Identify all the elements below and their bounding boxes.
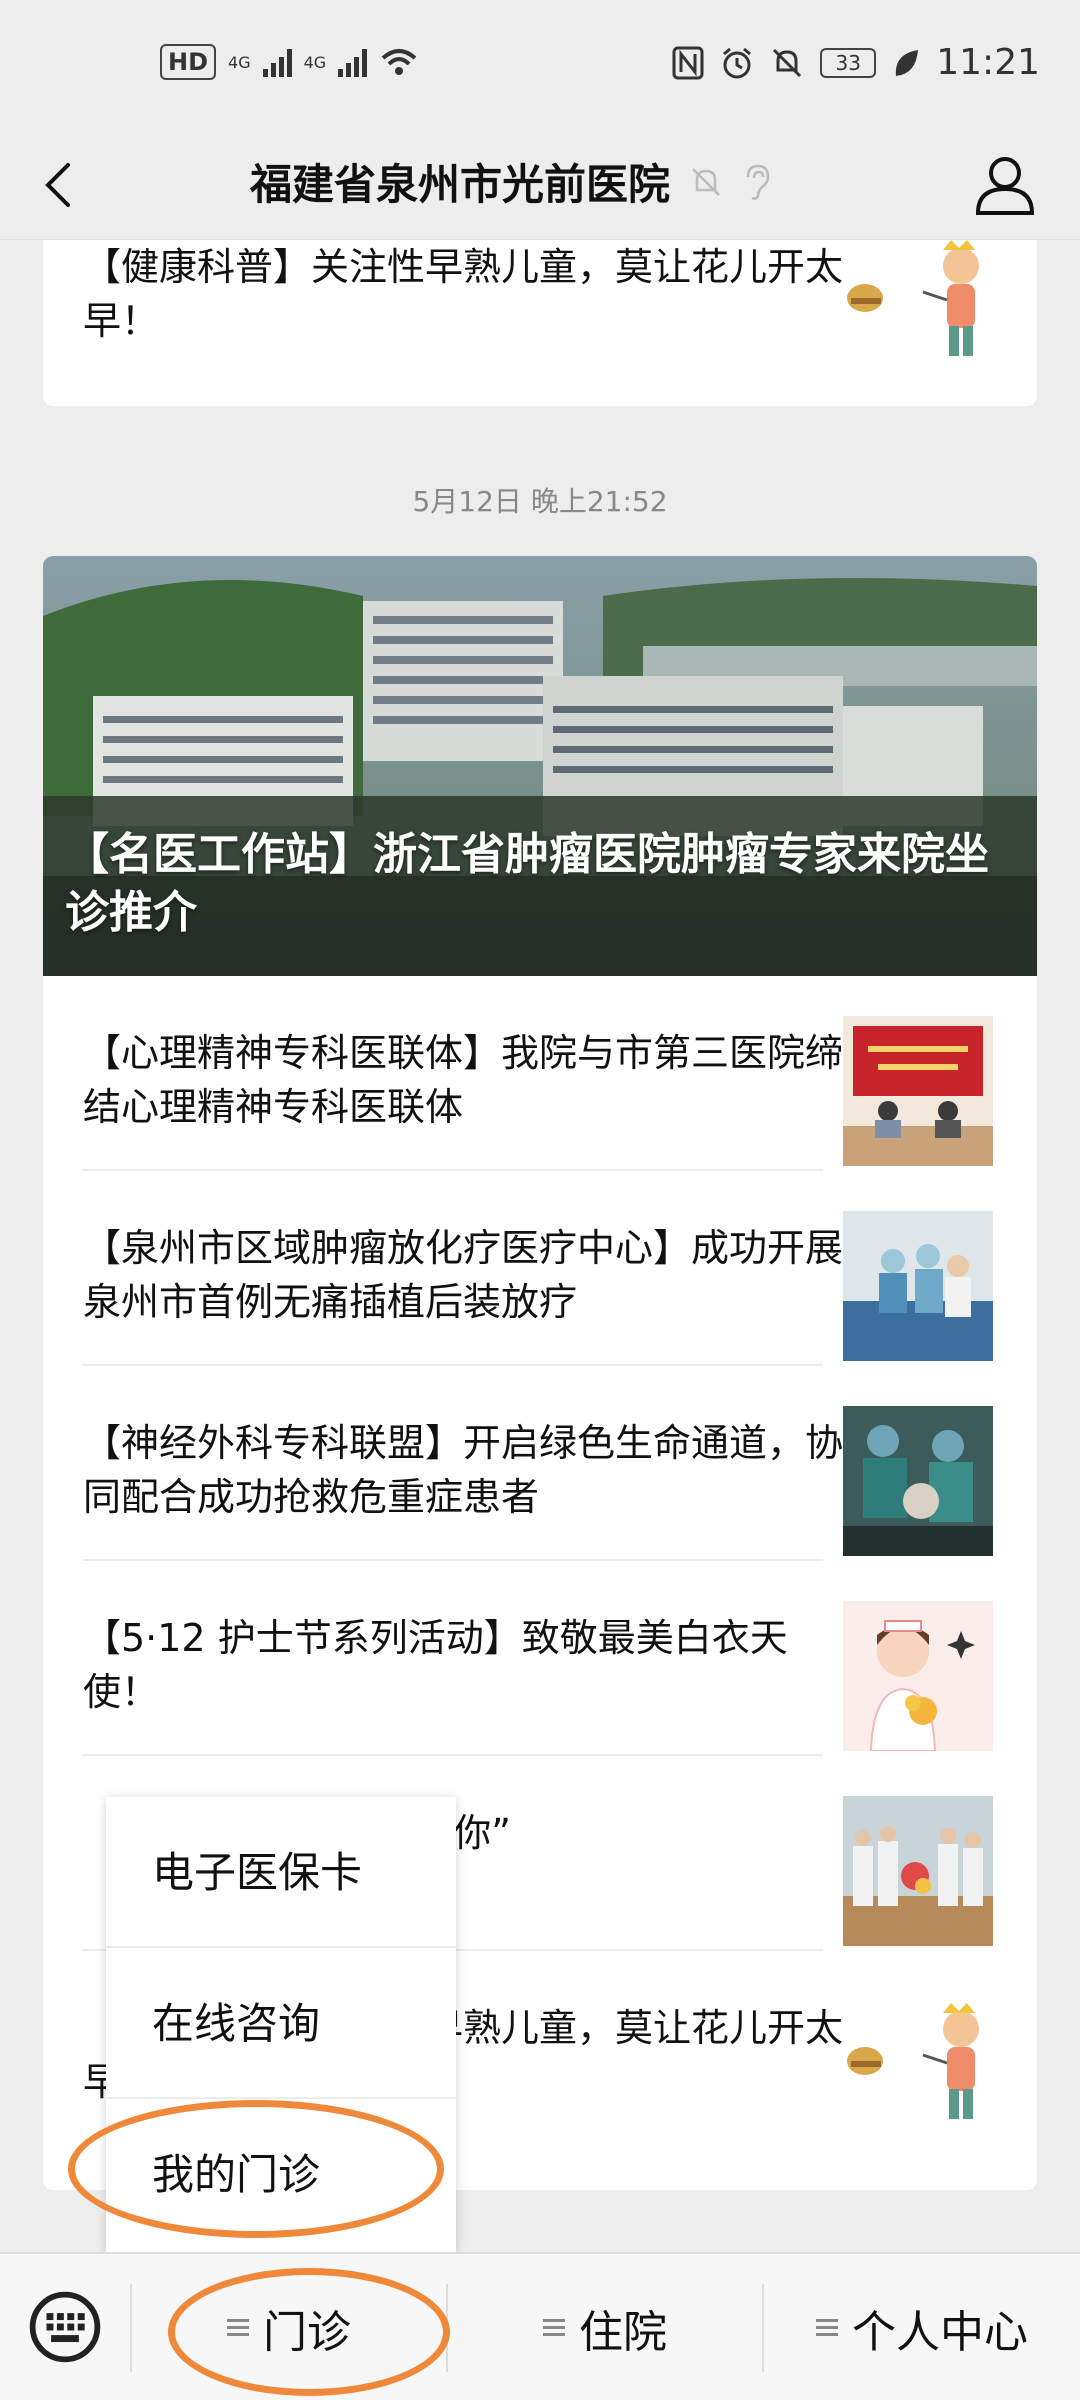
article-title: 【神经外科专科联盟】开启绿色生命通道，协同配合成功抢救危重症患者 bbox=[83, 1421, 844, 1519]
menu-lines-icon bbox=[816, 2317, 838, 2339]
network-type-2: 4G bbox=[303, 52, 327, 72]
user-profile-icon[interactable] bbox=[970, 151, 1040, 221]
article-row[interactable]: 【泉州市区域肿瘤放化疗医疗中心】成功开展泉州市首例无痛插植后装放疗 bbox=[43, 1171, 1037, 1366]
menu-lines-icon bbox=[227, 2317, 249, 2339]
article-title: 【泉州市区域肿瘤放化疗医疗中心】成功开展泉州市首例无痛插植后装放疗 bbox=[83, 1226, 844, 1324]
top-navigation-bar: 福建省泉州市光前医院 bbox=[0, 135, 1080, 240]
mute-icon bbox=[773, 48, 802, 77]
network-type-1: 4G bbox=[228, 52, 251, 72]
nav-title-group: 福建省泉州市光前医院 bbox=[250, 151, 772, 212]
clock: 11:21 bbox=[936, 42, 1040, 83]
nfc-icon bbox=[672, 46, 704, 79]
article-row[interactable]: 【神经外科专科联盟】开启绿色生命通道，协同配合成功抢救危重症患者 bbox=[43, 1366, 1037, 1561]
tab-label: 门诊 bbox=[263, 2307, 351, 2358]
hero-article[interactable]: 【名医工作站】浙江省肿瘤医院肿瘤专家来院坐诊推介 bbox=[43, 556, 1037, 976]
page-title: 福建省泉州市光前医院 bbox=[250, 160, 671, 209]
status-left: HD 4G 4G bbox=[160, 44, 419, 80]
cartoon-child-thumbnail bbox=[847, 240, 979, 356]
article-title: 【心理精神专科医联体】我院与市第三医院缔结心理精神专科医联体 bbox=[83, 1031, 844, 1129]
hd-indicator: HD bbox=[160, 44, 217, 80]
nurse-illustration-thumbnail bbox=[843, 1601, 993, 1751]
menu-lines-icon bbox=[543, 2317, 565, 2339]
outpatient-submenu: 电子医保卡 在线咨询 我的门诊 bbox=[106, 1797, 456, 2252]
alarm-icon bbox=[723, 47, 752, 78]
menu-item-e-insurance-card[interactable]: 电子医保卡 bbox=[106, 1797, 456, 1948]
article-row[interactable]: 【5·12 护士节系列活动】致敬最美白衣天使！ bbox=[43, 1561, 1037, 1756]
article-row[interactable]: 【心理精神专科医联体】我院与市第三医院缔结心理精神专科医联体 bbox=[43, 976, 1037, 1171]
cartoon-child-thumbnail bbox=[843, 1991, 993, 2141]
back-arrow-icon[interactable] bbox=[30, 155, 90, 215]
tab-inpatient[interactable]: 住院 bbox=[448, 2254, 762, 2400]
ear-icon bbox=[746, 164, 770, 200]
menu-item-online-consultation[interactable]: 在线咨询 bbox=[106, 1948, 456, 2099]
menu-item-my-outpatient[interactable]: 我的门诊 bbox=[106, 2099, 456, 2250]
signal-icon bbox=[262, 47, 292, 77]
wifi-icon bbox=[381, 49, 417, 75]
article-card[interactable]: 【健康科普】关注性早熟儿童，莫让花儿开太早！ bbox=[43, 240, 1037, 406]
leaf-icon bbox=[896, 49, 919, 76]
bottom-menu-bar: 门诊 住院 个人中心 bbox=[0, 2252, 1080, 2400]
group-photo-thumbnail bbox=[843, 1796, 993, 1946]
status-bar: HD 4G 4G 33 11:21 bbox=[0, 0, 1080, 135]
medical-team-thumbnail bbox=[843, 1211, 993, 1361]
conference-thumbnail bbox=[843, 1016, 993, 1166]
message-timestamp: 5月12日 晚上21:52 bbox=[412, 485, 668, 518]
surgery-thumbnail bbox=[843, 1406, 993, 1556]
keyboard-toggle-icon[interactable] bbox=[28, 2290, 102, 2364]
status-right: 33 11:21 bbox=[672, 42, 1040, 83]
battery-indicator: 33 bbox=[820, 47, 877, 78]
tab-outpatient[interactable]: 门诊 bbox=[132, 2254, 446, 2400]
signal-icon bbox=[338, 47, 368, 77]
hero-title: 【名医工作站】浙江省肿瘤医院肿瘤专家来院坐诊推介 bbox=[65, 829, 989, 938]
tab-personal-center[interactable]: 个人中心 bbox=[764, 2254, 1080, 2400]
tab-label: 个人中心 bbox=[852, 2307, 1028, 2358]
article-title: 【健康科普】关注性早熟儿童，莫让花儿开太早！ bbox=[83, 245, 844, 343]
article-title: 【5·12 护士节系列活动】致敬最美白衣天使！ bbox=[83, 1616, 788, 1714]
mute-bell-icon bbox=[692, 167, 720, 196]
tab-label: 住院 bbox=[579, 2307, 667, 2358]
wechat-official-account-page: HD 4G 4G 33 11:21 福建省泉州市光前医院 【健康科普】关注性早熟… bbox=[0, 0, 1080, 2400]
